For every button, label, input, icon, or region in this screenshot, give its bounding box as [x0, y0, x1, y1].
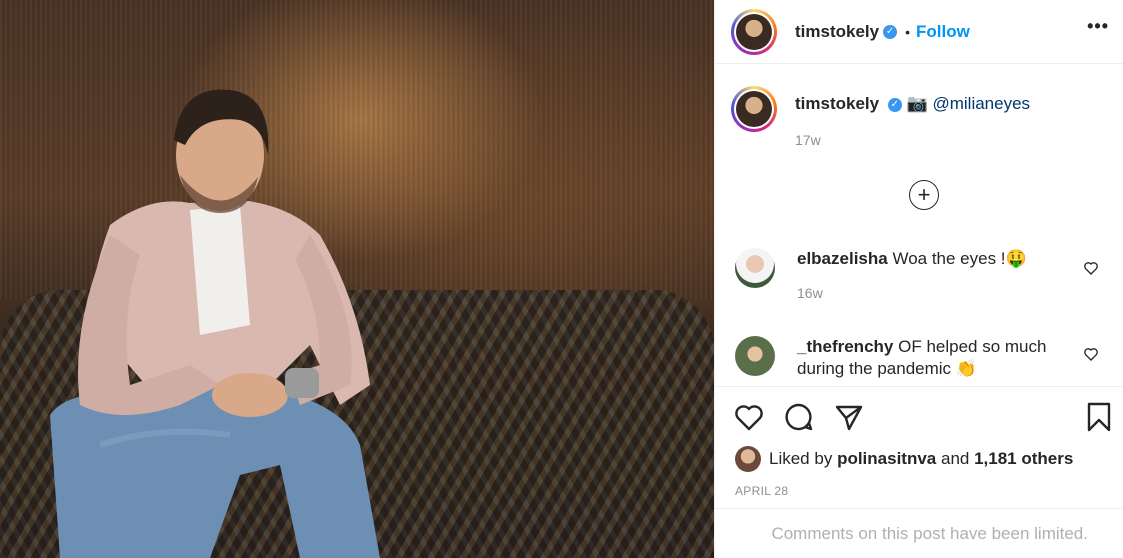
more-options-icon[interactable]: •••	[1087, 16, 1109, 37]
commenter-avatar[interactable]	[735, 248, 775, 288]
liked-by-prefix: Liked by	[769, 449, 833, 468]
comment-bubble-icon[interactable]	[783, 401, 815, 433]
man-sitting-illustration	[50, 89, 380, 558]
comment-item: elbazelisha Woa the eyes !🤑 16w	[735, 248, 1057, 304]
verified-badge-icon: ✓	[883, 24, 898, 39]
post-sidebar: timstokely ✓ • Follow ••• timstokely ✓ 📷…	[714, 0, 1123, 558]
action-bar	[715, 386, 1123, 446]
camera-emoji: 📷	[906, 94, 928, 113]
money-face-emoji: 🤑	[1005, 249, 1027, 268]
caption-username[interactable]: timstokely	[795, 94, 879, 113]
post-photo[interactable]	[0, 0, 714, 558]
verified-badge-icon: ✓	[887, 97, 902, 112]
likes-conjunction: and	[940, 449, 970, 468]
liker-avatar[interactable]	[735, 446, 761, 472]
caption-timestamp[interactable]: 17w	[795, 132, 1030, 148]
author-avatar[interactable]	[731, 8, 777, 55]
comment-text: Woa the eyes !	[892, 249, 1006, 268]
follow-button[interactable]: Follow	[916, 22, 970, 42]
post-date[interactable]: APRIL 28	[735, 484, 788, 498]
load-more-comments-icon[interactable]: +	[909, 180, 939, 210]
like-comment-heart-icon[interactable]	[1083, 260, 1099, 276]
likes-summary: Liked by polinasitnva and 1,181 others	[735, 446, 1073, 472]
save-bookmark-icon[interactable]	[1083, 401, 1115, 433]
commenter-username[interactable]: elbazelisha	[797, 249, 888, 268]
comments-limited-notice: Comments on this post have been limited.	[715, 508, 1123, 558]
author-username[interactable]: timstokely	[795, 22, 879, 42]
commenter-username[interactable]: _thefrenchy	[797, 337, 893, 356]
clapping-hands-emoji: 👏	[955, 359, 977, 378]
like-comment-heart-icon[interactable]	[1083, 346, 1099, 362]
comment-item: _thefrenchy OF helped so much during the…	[735, 336, 1057, 380]
commenter-avatar[interactable]	[735, 336, 775, 376]
caption-avatar[interactable]	[731, 86, 777, 132]
caption: timstokely ✓ 📷 @milianeyes 17w	[731, 86, 1030, 148]
separator-dot: •	[905, 23, 910, 40]
likes-count-link[interactable]: 1,181 others	[974, 449, 1073, 469]
caption-mention-link[interactable]: @milianeyes	[932, 94, 1030, 113]
liker-username[interactable]: polinasitnva	[837, 449, 936, 469]
share-paper-plane-icon[interactable]	[833, 401, 865, 433]
like-heart-icon[interactable]	[733, 401, 765, 433]
post-header: timstokely ✓ • Follow •••	[715, 0, 1123, 64]
comment-timestamp[interactable]: 16w	[797, 282, 1057, 304]
